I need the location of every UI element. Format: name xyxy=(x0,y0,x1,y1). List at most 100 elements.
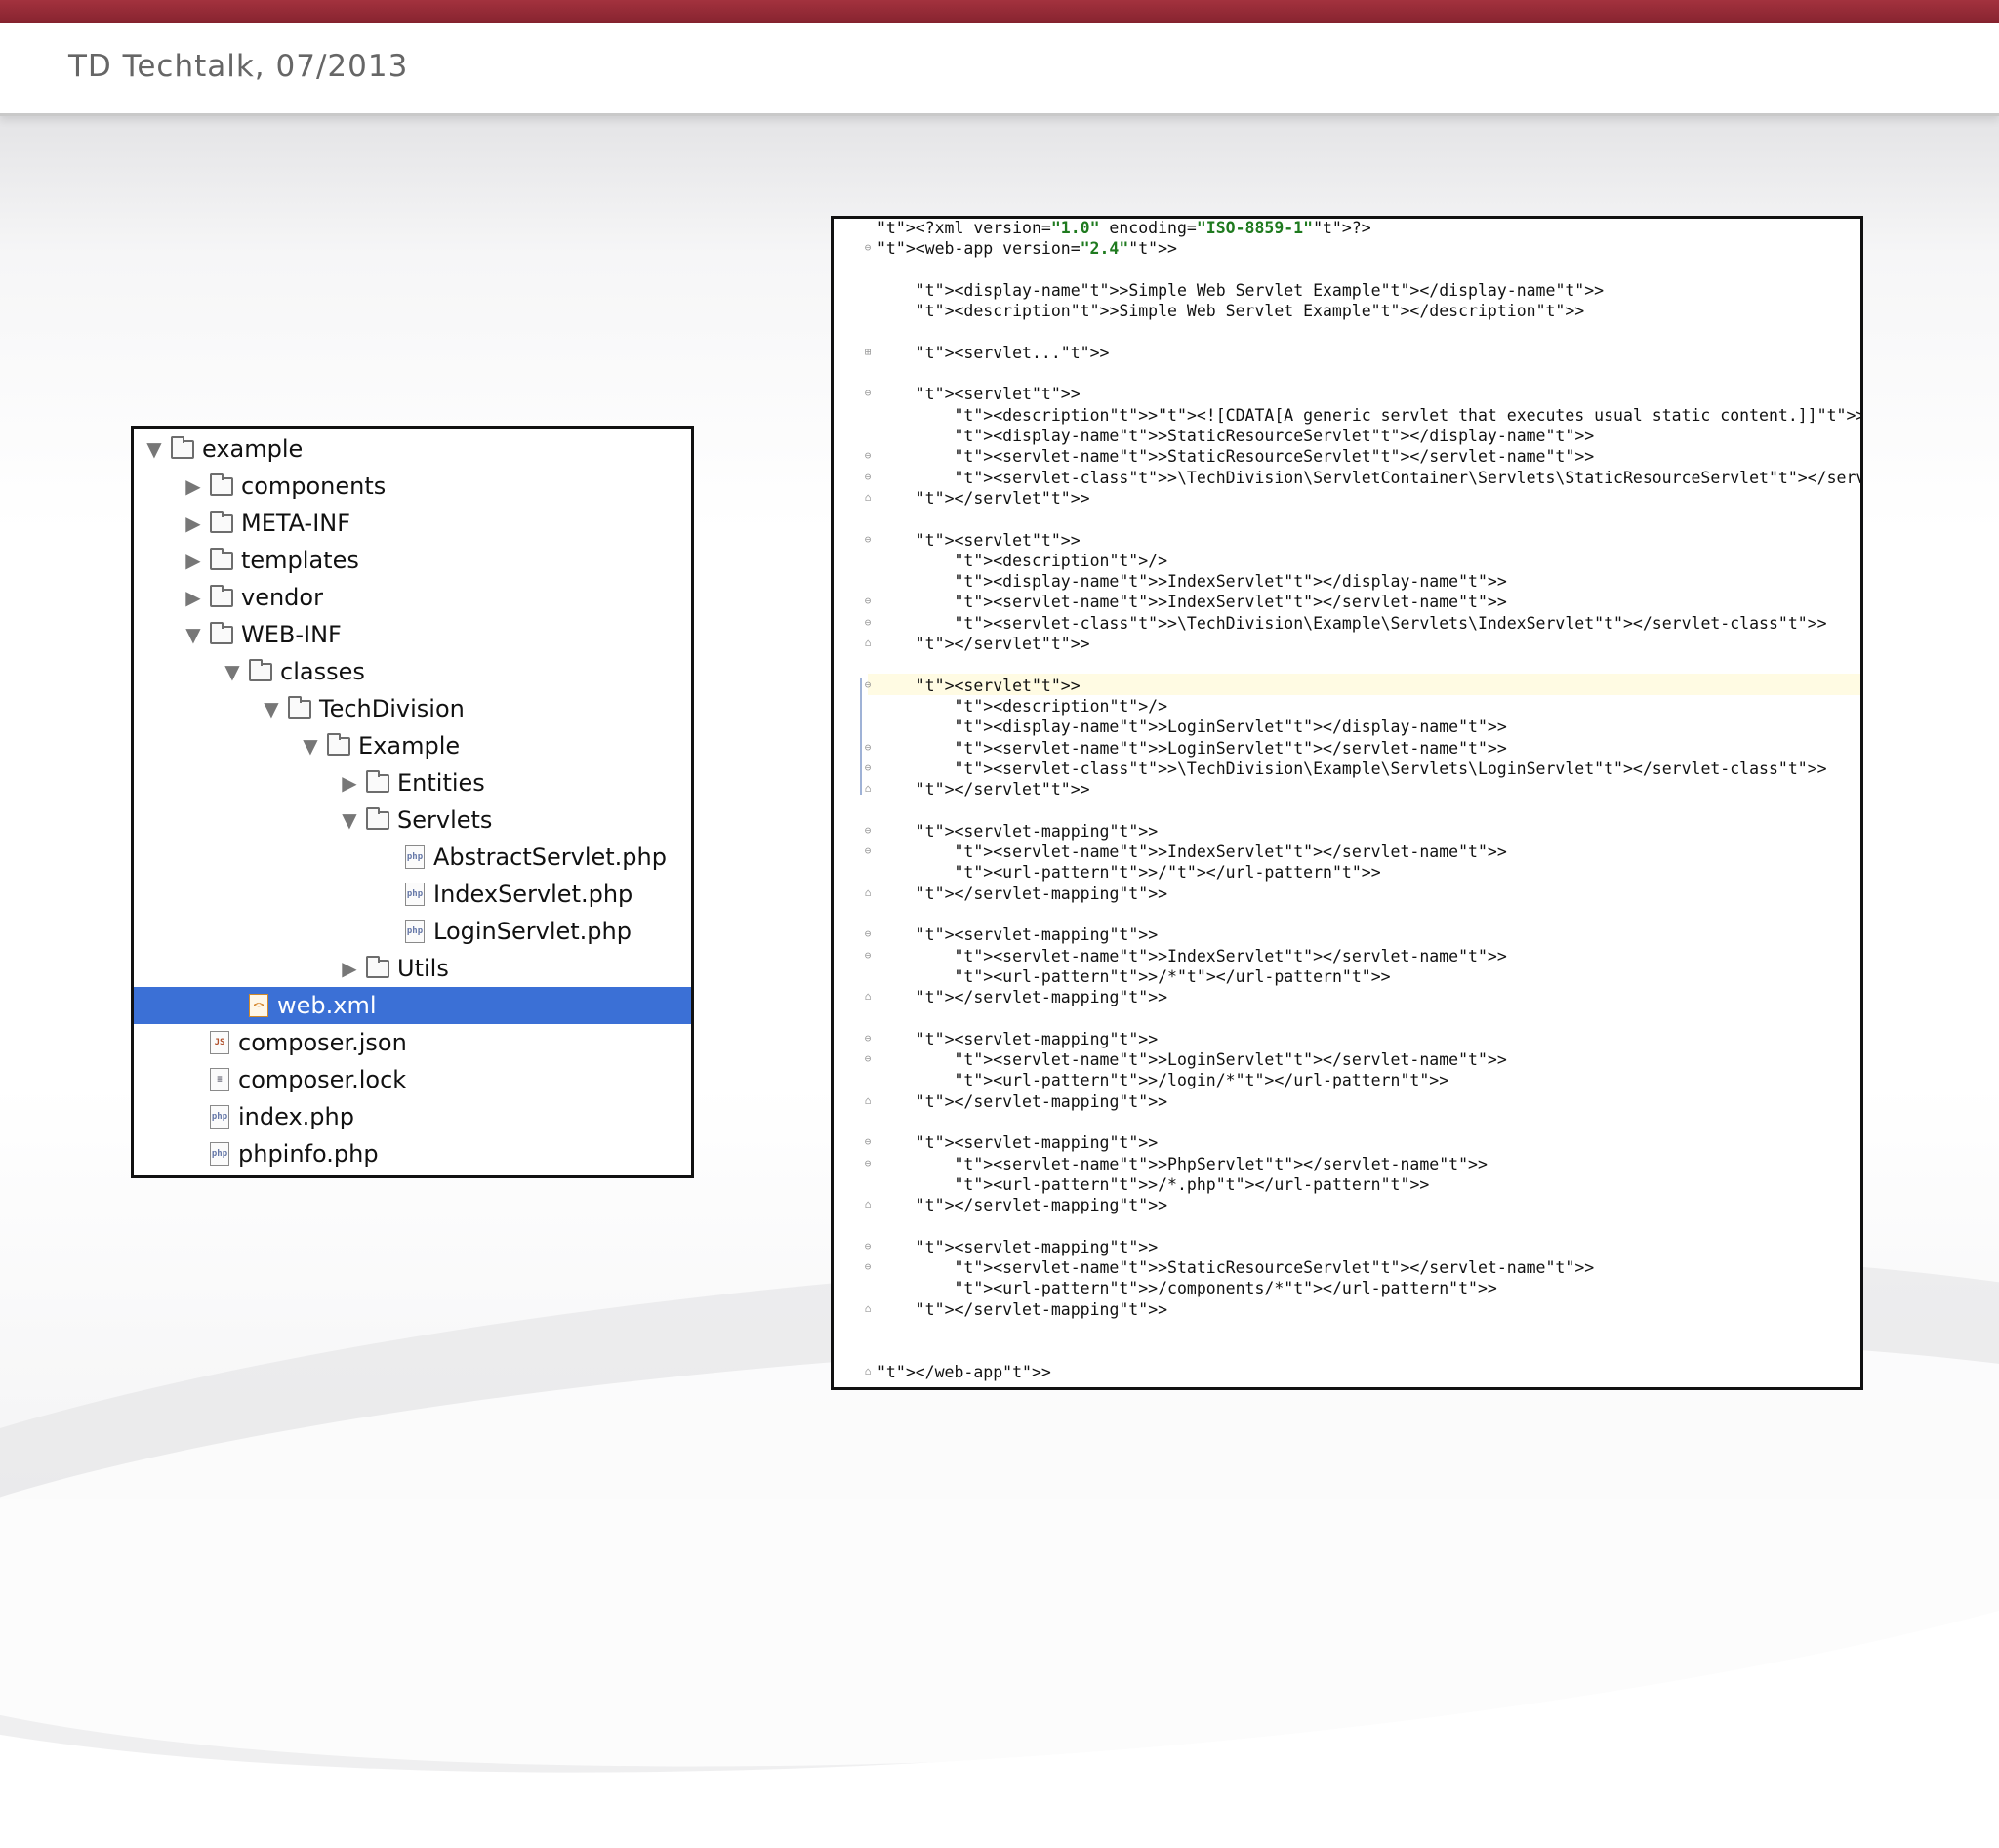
code-line[interactable]: ⊞ "t"><servlet..."t">> xyxy=(834,344,1860,364)
tree-item-loginservlet-php[interactable]: php LoginServlet.php xyxy=(134,913,691,950)
code-line[interactable]: ⊖ "t"><servlet-class"t">>\TechDivision\E… xyxy=(834,760,1860,780)
code-line[interactable]: ⊖ "t"><servlet-name"t">>IndexServlet"t">… xyxy=(834,947,1860,967)
fold-icon[interactable]: ⌂ xyxy=(862,886,874,899)
code-line[interactable]: ⌂ "t"></servlet-mapping"t">> xyxy=(834,1300,1860,1321)
collapse-arrow-icon[interactable]: ▼ xyxy=(142,436,167,462)
code-line[interactable]: ⌂ "t"></servlet-mapping"t">> xyxy=(834,1196,1860,1216)
code-line[interactable]: ⊖ "t"><servlet"t">> xyxy=(834,677,1860,697)
code-line[interactable]: ⊖ "t"><servlet-name"t">>LoginServlet"t">… xyxy=(834,1050,1860,1071)
code-line[interactable]: ⌂ "t"></servlet-mapping"t">> xyxy=(834,1092,1860,1113)
tree-item-entities[interactable]: ▶ Entities xyxy=(134,764,691,801)
code-line[interactable]: "t"><display-name"t">>IndexServlet"t"></… xyxy=(834,572,1860,593)
code-line[interactable]: ⊖ "t"><web-app version="2.4""t">> xyxy=(834,239,1860,260)
code-line[interactable]: "t"><description"t">>"t"><![CDATA[A gene… xyxy=(834,406,1860,427)
fold-icon[interactable]: ⊖ xyxy=(862,678,874,691)
code-line[interactable]: ⊖ "t"><servlet-mapping"t">> xyxy=(834,925,1860,946)
code-line[interactable]: "t"><display-name"t">>StaticResourceServ… xyxy=(834,427,1860,447)
fold-icon[interactable]: ⌂ xyxy=(862,1365,874,1377)
code-line[interactable]: "t"><description"t">/> xyxy=(834,552,1860,572)
code-line[interactable]: "t"><url-pattern"t">>/*"t"></url-pattern… xyxy=(834,967,1860,988)
code-line[interactable]: "t"><url-pattern"t">>/login/*"t"></url-p… xyxy=(834,1071,1860,1091)
tree-item-classes[interactable]: ▼ classes xyxy=(134,653,691,690)
code-line[interactable] xyxy=(834,905,1860,925)
fold-icon[interactable]: ⊖ xyxy=(862,616,874,629)
expand-arrow-icon[interactable]: ▶ xyxy=(181,473,206,499)
code-line[interactable]: ⊖ "t"><servlet-class"t">>\TechDivision\S… xyxy=(834,469,1860,489)
fold-icon[interactable]: ⌂ xyxy=(862,491,874,504)
code-line[interactable]: ⊖ "t"><servlet-name"t">>StaticResourceSe… xyxy=(834,1258,1860,1279)
collapse-arrow-icon[interactable]: ▼ xyxy=(298,733,323,759)
tree-item-example[interactable]: ▼ example xyxy=(134,431,691,468)
code-line[interactable]: "t"><description"t">>Simple Web Servlet … xyxy=(834,302,1860,322)
code-line[interactable] xyxy=(834,1341,1860,1362)
fold-icon[interactable]: ⊖ xyxy=(862,471,874,483)
code-line[interactable]: ⌂ "t"></servlet-mapping"t">> xyxy=(834,884,1860,905)
tree-item-example[interactable]: ▼ Example xyxy=(134,727,691,764)
tree-item-index-php[interactable]: php index.php xyxy=(134,1098,691,1135)
expand-arrow-icon[interactable]: ▶ xyxy=(181,585,206,610)
fold-icon[interactable]: ⊖ xyxy=(862,1157,874,1170)
fold-icon[interactable]: ⌂ xyxy=(862,1094,874,1107)
tree-item-abstractservlet-php[interactable]: php AbstractServlet.php xyxy=(134,839,691,876)
expand-arrow-icon[interactable]: ▶ xyxy=(337,956,362,981)
code-line[interactable]: ⊖ "t"><servlet-name"t">>StaticResourceSe… xyxy=(834,447,1860,468)
code-line[interactable]: ⊖ "t"><servlet-name"t">>PhpServlet"t"></… xyxy=(834,1155,1860,1175)
code-line[interactable]: ⌂ "t"></servlet"t">> xyxy=(834,489,1860,510)
fold-icon[interactable]: ⊖ xyxy=(862,1135,874,1148)
code-line[interactable]: ⊖ "t"><servlet-mapping"t">> xyxy=(834,1238,1860,1258)
code-line[interactable]: ⊖ "t"><servlet-mapping"t">> xyxy=(834,1030,1860,1050)
tree-item-vendor[interactable]: ▶ vendor xyxy=(134,579,691,616)
code-line[interactable] xyxy=(834,1008,1860,1029)
fold-icon[interactable]: ⊖ xyxy=(862,387,874,399)
code-line[interactable] xyxy=(834,323,1860,344)
code-line[interactable]: "t"><display-name"t">>LoginServlet"t"></… xyxy=(834,718,1860,738)
code-line[interactable]: ⊖ "t"><servlet-mapping"t">> xyxy=(834,822,1860,842)
tree-item-servlets[interactable]: ▼ Servlets xyxy=(134,801,691,839)
code-line[interactable]: ⊖ "t"><servlet-class"t">>\TechDivision\E… xyxy=(834,614,1860,635)
tree-item-utils[interactable]: ▶ Utils xyxy=(134,950,691,987)
code-line[interactable] xyxy=(834,801,1860,821)
tree-item-templates[interactable]: ▶ templates xyxy=(134,542,691,579)
code-line[interactable]: ⊖ "t"><servlet-name"t">>LoginServlet"t">… xyxy=(834,739,1860,760)
tree-item-meta-inf[interactable]: ▶ META-INF xyxy=(134,505,691,542)
fold-icon[interactable]: ⊖ xyxy=(862,1260,874,1273)
fold-icon[interactable]: ⌂ xyxy=(862,782,874,795)
expand-fold-icon[interactable]: ⊞ xyxy=(862,346,874,358)
fold-icon[interactable]: ⊖ xyxy=(862,949,874,962)
tree-item-components[interactable]: ▶ components xyxy=(134,468,691,505)
collapse-arrow-icon[interactable]: ▼ xyxy=(337,807,362,833)
code-line[interactable]: "t"><description"t">/> xyxy=(834,697,1860,718)
collapse-arrow-icon[interactable]: ▼ xyxy=(220,659,245,684)
tree-item-techdivision[interactable]: ▼ TechDivision xyxy=(134,690,691,727)
fold-icon[interactable]: ⊖ xyxy=(862,1052,874,1065)
fold-icon[interactable]: ⊖ xyxy=(862,449,874,462)
fold-icon[interactable]: ⊖ xyxy=(862,741,874,754)
fold-icon[interactable]: ⊖ xyxy=(862,241,874,254)
code-line[interactable]: "t"><display-name"t">>Simple Web Servlet… xyxy=(834,281,1860,302)
fold-icon[interactable]: ⊖ xyxy=(862,533,874,546)
code-line[interactable]: "t"><url-pattern"t">>/components/*"t"></… xyxy=(834,1279,1860,1299)
expand-arrow-icon[interactable]: ▶ xyxy=(337,770,362,796)
code-line[interactable]: ⌂ "t"></servlet"t">> xyxy=(834,635,1860,655)
tree-item-web-xml[interactable]: <> web.xml xyxy=(134,987,691,1024)
code-line[interactable]: "t"><url-pattern"t">>/*.php"t"></url-pat… xyxy=(834,1175,1860,1196)
collapse-arrow-icon[interactable]: ▼ xyxy=(259,696,284,721)
code-line[interactable]: ⊖ "t"><servlet-name"t">>IndexServlet"t">… xyxy=(834,593,1860,613)
fold-icon[interactable]: ⌂ xyxy=(862,637,874,649)
code-line[interactable]: ⌂ "t"></servlet"t">> xyxy=(834,780,1860,801)
fold-icon[interactable]: ⊖ xyxy=(862,1240,874,1253)
fold-icon[interactable]: ⊖ xyxy=(862,761,874,774)
tree-item-composer-lock[interactable]: ≡ composer.lock xyxy=(134,1061,691,1098)
tree-item-phpinfo-php[interactable]: php phpinfo.php xyxy=(134,1135,691,1172)
fold-icon[interactable]: ⊖ xyxy=(862,595,874,607)
tree-item-composer-json[interactable]: JS composer.json xyxy=(134,1024,691,1061)
code-line[interactable] xyxy=(834,510,1860,530)
code-line[interactable] xyxy=(834,1321,1860,1341)
fold-icon[interactable]: ⌂ xyxy=(862,1198,874,1211)
fold-icon[interactable]: ⊖ xyxy=(862,844,874,857)
code-line[interactable]: ⌂ "t"></servlet-mapping"t">> xyxy=(834,988,1860,1008)
code-line[interactable]: "t"><url-pattern"t">>/"t"></url-pattern"… xyxy=(834,863,1860,883)
code-line[interactable]: ⊖ "t"><servlet-name"t">>IndexServlet"t">… xyxy=(834,842,1860,863)
fold-icon[interactable]: ⌂ xyxy=(862,990,874,1003)
fold-icon[interactable]: ⊖ xyxy=(862,1032,874,1045)
